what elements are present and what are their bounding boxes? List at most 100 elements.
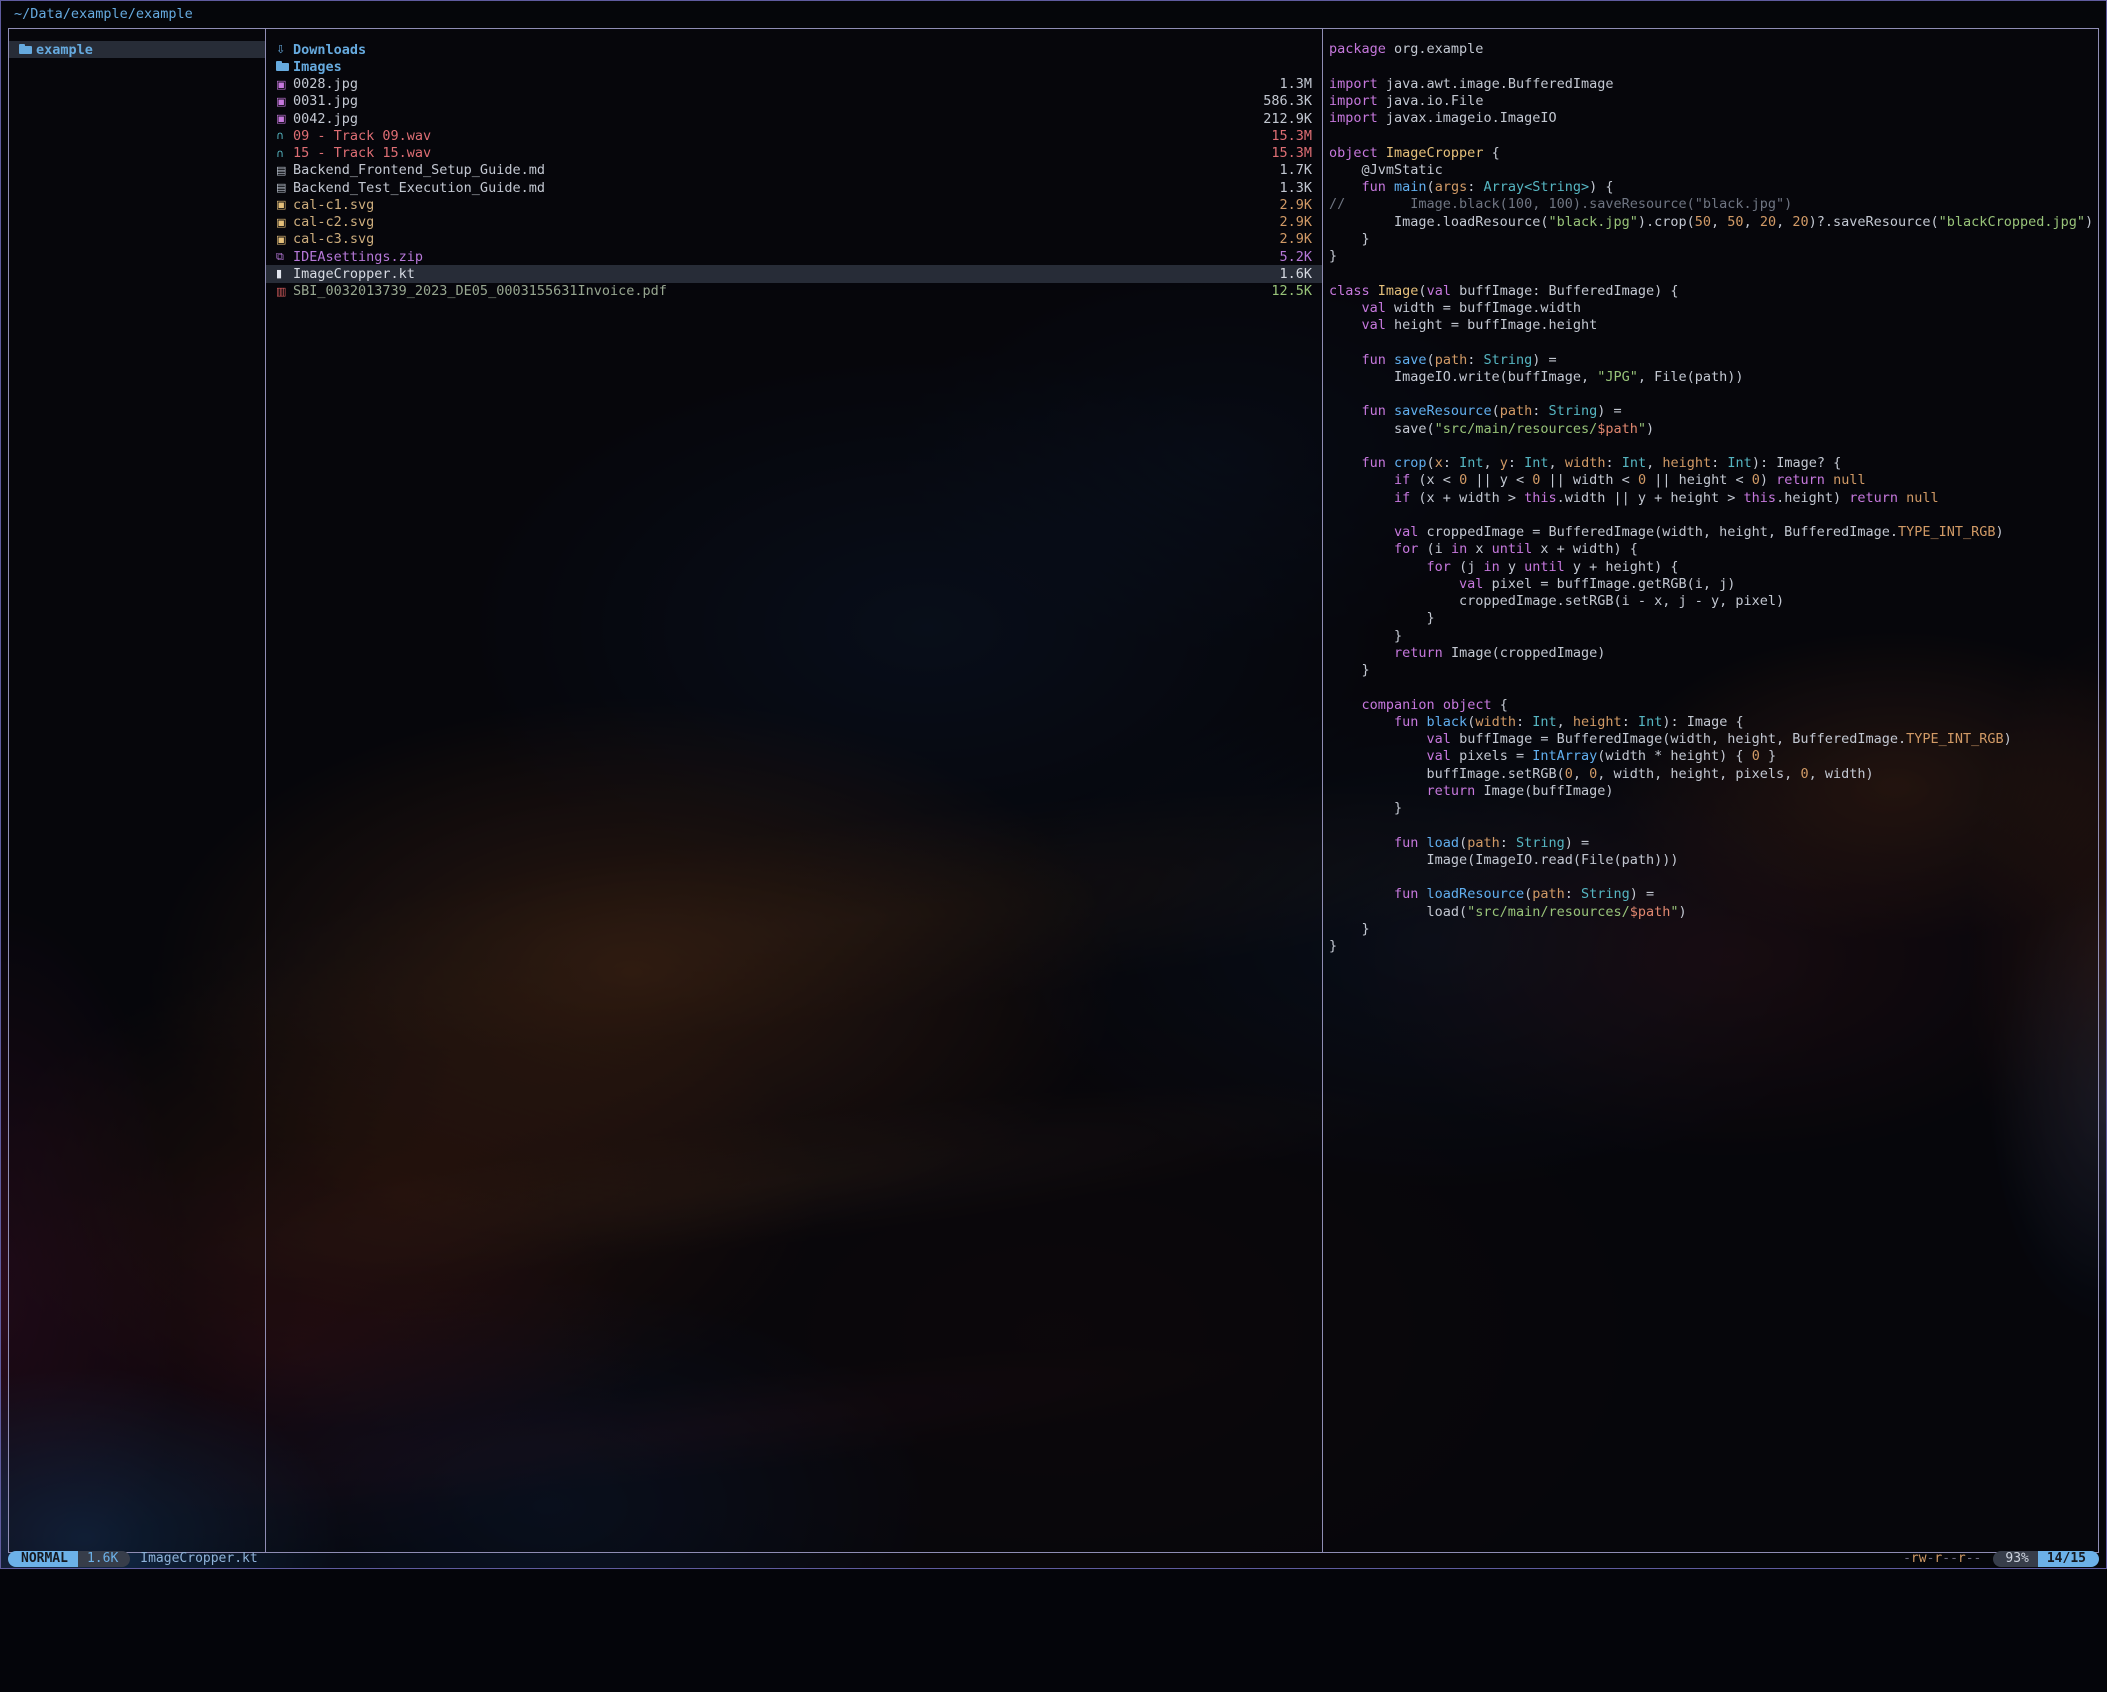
file-row[interactable]: Images xyxy=(266,58,1322,75)
folder-icon xyxy=(276,60,293,74)
file-name: 15 - Track 15.wav xyxy=(293,145,1263,161)
file-row[interactable]: ⧉IDEAsettings.zip5.2K xyxy=(266,248,1322,265)
file-preview-pane[interactable]: package org.example import java.awt.imag… xyxy=(1323,29,2098,1552)
code-line: return Image(croppedImage) xyxy=(1329,645,2098,662)
image-icon: ▣ xyxy=(276,234,293,245)
code-line xyxy=(1329,334,2098,351)
code-line: } xyxy=(1329,231,2098,248)
code-line: fun saveResource(path: String) = xyxy=(1329,403,2098,420)
code-line: fun black(width: Int, height: Int): Imag… xyxy=(1329,714,2098,731)
file-size: 15.3M xyxy=(1271,128,1312,144)
code-line: load("src/main/resources/$path") xyxy=(1329,904,2098,921)
selected-file-size-badge: 1.6K xyxy=(78,1551,130,1567)
file-row[interactable]: ▤Backend_Test_Execution_Guide.md1.3K xyxy=(266,179,1322,196)
file-row[interactable]: ▤Backend_Frontend_Setup_Guide.md 1.7K xyxy=(266,162,1322,179)
selected-filename: ImageCropper.kt xyxy=(140,1551,257,1566)
code-line: croppedImage.setRGB(i - x, j - y, pixel) xyxy=(1329,593,2098,610)
file-row[interactable]: ▣0042.jpg 212.9K xyxy=(266,110,1322,127)
file-size: 2.9K xyxy=(1279,214,1312,230)
file-row[interactable]: ▣cal-c3.svg2.9K xyxy=(266,231,1322,248)
code-line: class Image(val buffImage: BufferedImage… xyxy=(1329,283,2098,300)
code-line: for (j in y until y + height) { xyxy=(1329,559,2098,576)
code-line: Image(ImageIO.read(File(path))) xyxy=(1329,852,2098,869)
code-line: ImageIO.write(buffImage, "JPG", File(pat… xyxy=(1329,369,2098,386)
file-size: 1.6K xyxy=(1279,266,1312,282)
cursor-position-badge: 14/15 xyxy=(2038,1551,2099,1567)
current-path-breadcrumb: ~/Data/example/example xyxy=(14,6,193,24)
file-name: Downloads xyxy=(293,42,1312,58)
file-row[interactable]: ▣cal-c2.svg2.9K xyxy=(266,214,1322,231)
code-line: } xyxy=(1329,610,2098,627)
file-size: 586.3K xyxy=(1263,93,1312,109)
image-icon: ▣ xyxy=(276,199,293,210)
code-line: if (x < 0 || y < 0 || width < 0 || heigh… xyxy=(1329,472,2098,489)
code-line: fun crop(x: Int, y: Int, width: Int, hei… xyxy=(1329,455,2098,472)
download-icon: ⇩ xyxy=(276,44,293,55)
file-size: 12.5K xyxy=(1271,283,1312,299)
file-manager-window: example ⇩DownloadsImages▣0028.jpg1.3M▣00… xyxy=(8,28,2099,1553)
file-row[interactable]: ▣0028.jpg1.3M xyxy=(266,76,1322,93)
status-bar: NORMAL1.6K ImageCropper.kt -rw-r--r-- 93… xyxy=(8,1550,2099,1567)
code-line: Image.loadResource("black.jpg").crop(50,… xyxy=(1329,214,2098,231)
scroll-percent-badge: 93% xyxy=(1993,1551,2037,1567)
code-line: } xyxy=(1329,662,2098,679)
file-size: 1.7K xyxy=(1279,162,1312,178)
code-line: import java.io.File xyxy=(1329,93,2098,110)
code-line: import javax.imageio.ImageIO xyxy=(1329,110,2098,127)
code-line: } xyxy=(1329,938,2098,955)
code-line xyxy=(1329,869,2098,886)
markdown-icon: ▤ xyxy=(276,165,293,176)
image-icon: ▣ xyxy=(276,79,293,90)
code-line: object ImageCropper { xyxy=(1329,145,2098,162)
code-line: fun save(path: String) = xyxy=(1329,352,2098,369)
folder-icon xyxy=(19,43,36,57)
file-name: cal-c3.svg xyxy=(293,231,1271,247)
code-line: } xyxy=(1329,921,2098,938)
code-line: @JvmStatic xyxy=(1329,162,2098,179)
code-line: } xyxy=(1329,800,2098,817)
file-name: 0042.jpg xyxy=(293,111,1255,127)
code-line xyxy=(1329,127,2098,144)
current-directory-pane: ⇩DownloadsImages▣0028.jpg1.3M▣0031.jpg58… xyxy=(266,29,1323,1552)
code-line: val buffImage = BufferedImage(width, hei… xyxy=(1329,731,2098,748)
code-line: } xyxy=(1329,248,2098,265)
code-line xyxy=(1329,386,2098,403)
file-name: example xyxy=(36,42,255,58)
file-name: cal-c1.svg xyxy=(293,197,1271,213)
code-line: val pixels = IntArray(width * height) { … xyxy=(1329,748,2098,765)
file-size: 5.2K xyxy=(1279,249,1312,265)
code-line xyxy=(1329,679,2098,696)
file-row[interactable]: ∩15 - Track 15.wav15.3M xyxy=(266,145,1322,162)
code-line: companion object { xyxy=(1329,697,2098,714)
file-row[interactable]: ▣cal-c1.svg2.9K xyxy=(266,196,1322,213)
archive-icon: ⧉ xyxy=(276,251,293,262)
file-row[interactable]: ▣0031.jpg 586.3K xyxy=(266,93,1322,110)
file-name: 0031.jpg xyxy=(293,93,1255,109)
file-name: SBI_0032013739_2023_DE05_0003155631Invoi… xyxy=(293,283,1263,299)
code-line xyxy=(1329,817,2098,834)
code-line: fun load(path: String) = xyxy=(1329,835,2098,852)
image-icon: ▣ xyxy=(276,96,293,107)
code-line xyxy=(1329,507,2098,524)
file-name: 09 - Track 09.wav xyxy=(293,128,1263,144)
audio-icon: ∩ xyxy=(276,148,293,159)
code-line: val height = buffImage.height xyxy=(1329,317,2098,334)
pdf-icon: ▥ xyxy=(276,286,293,297)
code-line: import java.awt.image.BufferedImage xyxy=(1329,76,2098,93)
file-row[interactable]: ▮ImageCropper.kt1.6K xyxy=(266,265,1322,282)
file-row[interactable]: example xyxy=(9,41,265,58)
code-line: fun main(args: Array<String>) { xyxy=(1329,179,2098,196)
file-row[interactable]: ∩09 - Track 09.wav15.3M xyxy=(266,127,1322,144)
file-row[interactable]: ▥SBI_0032013739_2023_DE05_0003155631Invo… xyxy=(266,283,1322,300)
file-size: 1.3M xyxy=(1279,76,1312,92)
markdown-icon: ▤ xyxy=(276,182,293,193)
file-permissions: -rw-r--r-- xyxy=(1903,1551,1981,1566)
file-name: Backend_Frontend_Setup_Guide.md xyxy=(293,162,1271,178)
file-size: 212.9K xyxy=(1263,111,1312,127)
code-line: for (i in x until x + width) { xyxy=(1329,541,2098,558)
file-row[interactable]: ⇩Downloads xyxy=(266,41,1322,58)
folder-icon xyxy=(276,60,289,72)
parent-directory-pane: example xyxy=(9,29,266,1552)
image-icon: ▣ xyxy=(276,113,293,124)
file-name: ImageCropper.kt xyxy=(293,266,1271,282)
